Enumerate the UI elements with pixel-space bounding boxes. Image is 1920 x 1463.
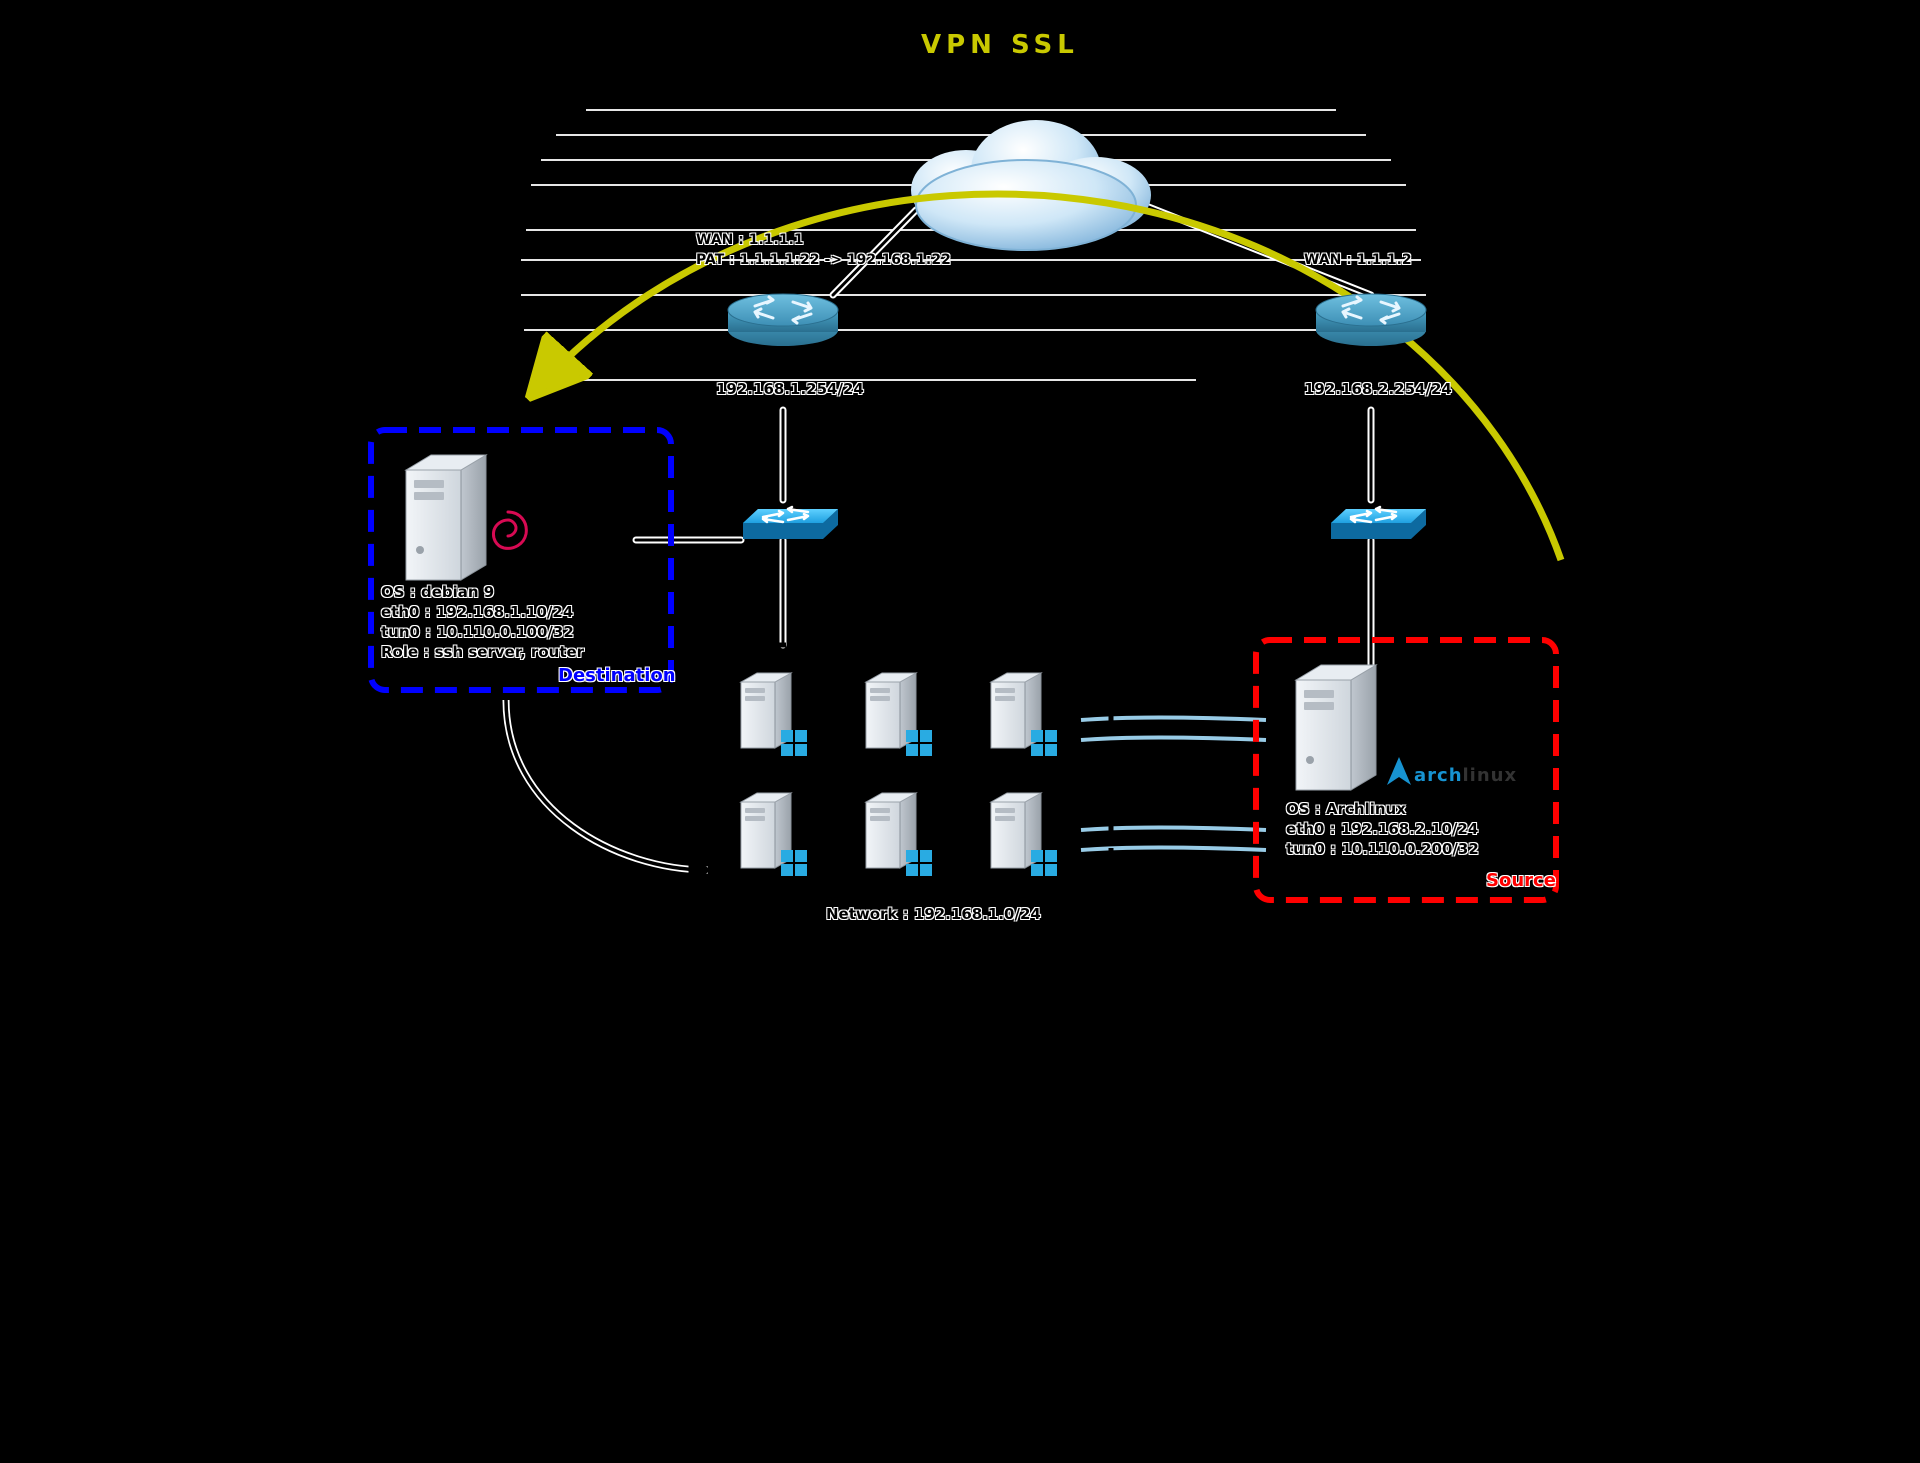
router-right-lan: 192.168.2.254/24 — [1304, 380, 1452, 399]
windows-hosts-icon — [741, 673, 1057, 876]
archlinux-text: archarchlinuxlinux — [1414, 765, 1517, 786]
destination-tun0: tun0 : 10.110.0.100/32 — [381, 623, 574, 642]
debian-logo-icon — [493, 512, 526, 548]
source-tun0: tun0 : 10.110.0.200/32 — [1286, 840, 1479, 859]
cloud-icon — [911, 120, 1151, 250]
router-left-wan: WAN : 1.1.1.1 — [696, 232, 804, 250]
archlinux-logo-icon — [1387, 757, 1411, 785]
source-server-icon — [1296, 665, 1376, 790]
source-os: OS : Archlinux — [1286, 800, 1406, 819]
network-diagram: VPN SSL WAN : 1.1.1.1 PAT : 1.1.1.1:22 -… — [336, 0, 1584, 951]
router-right-icon — [1316, 294, 1426, 346]
network-label: Network : 192.168.1.0/24 — [826, 905, 1041, 924]
switch-left-icon — [743, 507, 838, 539]
router-left-pat: PAT : 1.1.1.1:22 -> 192.168.1:22 — [696, 252, 951, 270]
router-right-wan: WAN : 1.1.1.2 — [1304, 252, 1412, 270]
source-eth0: eth0 : 192.168.2.10/24 — [1286, 820, 1478, 839]
destination-eth0: eth0 : 192.168.1.10/24 — [381, 603, 573, 622]
destination-role: Role : ssh server, router — [381, 643, 584, 662]
switch-right-icon — [1331, 507, 1426, 539]
vpn-label: VPN SSL — [921, 30, 1079, 60]
route-arrow — [506, 700, 708, 870]
destination-server-icon — [406, 455, 486, 580]
destination-os: OS : debian 9 — [381, 583, 494, 602]
destination-title: Destination — [558, 665, 676, 686]
router-left-icon — [728, 294, 838, 346]
source-title: Source — [1486, 870, 1556, 891]
router-left-lan: 192.168.1.254/24 — [716, 380, 864, 399]
